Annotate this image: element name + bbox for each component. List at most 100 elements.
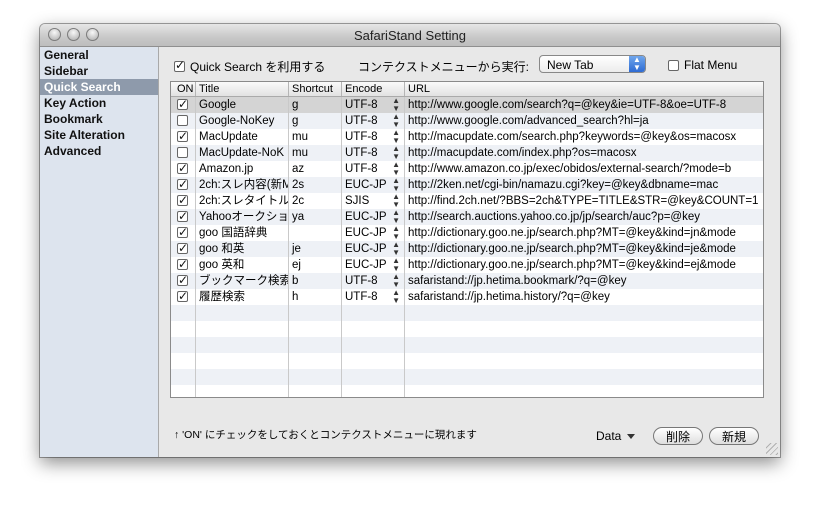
row-url[interactable]: http://macupdate.com/search.php?keywords… — [405, 129, 763, 145]
row-title[interactable]: ブックマーク検索 — [196, 273, 289, 289]
row-encode-select[interactable]: EUC-JP ▲ ▼ — [342, 241, 405, 257]
row-url[interactable]: http://2ken.net/cgi-bin/namazu.cgi?key=@… — [405, 177, 763, 193]
row-enabled-checkbox[interactable] — [177, 147, 188, 159]
column-header-shortcut[interactable]: Shortcut — [289, 82, 342, 96]
row-title[interactable]: Amazon.jp — [196, 161, 289, 177]
row-url[interactable]: http://find.2ch.net/?BBS=2ch&TYPE=TITLE&… — [405, 193, 763, 209]
flat-menu-toggle[interactable]: Flat Menu — [668, 58, 737, 72]
row-encode-select[interactable]: UTF-8 ▲ ▼ — [342, 129, 405, 145]
row-url[interactable]: http://dictionary.goo.ne.jp/search.php?M… — [405, 225, 763, 241]
row-encode-select[interactable]: UTF-8 ▲ ▼ — [342, 145, 405, 161]
row-title[interactable]: MacUpdate — [196, 129, 289, 145]
row-encode-select[interactable]: UTF-8 ▲ ▼ — [342, 161, 405, 177]
column-header-title[interactable]: Title — [196, 82, 289, 96]
sidebar-item-sidebar[interactable]: Sidebar — [40, 63, 158, 79]
row-enabled-checkbox[interactable] — [177, 177, 188, 192]
row-enabled-checkbox[interactable] — [177, 225, 188, 240]
table-row[interactable]: YahooオークショyaEUC-JP ▲▼ http://search.auctio… — [171, 209, 763, 225]
table-row[interactable]: goo 英和ejEUC-JP ▲▼ http://dictionary.goo.ne… — [171, 257, 763, 273]
row-url[interactable]: safaristand://jp.hetima.history/?q=@key — [405, 289, 763, 305]
row-encode-select[interactable]: SJIS ▲ ▼ — [342, 193, 405, 209]
row-title[interactable]: goo 和英 — [196, 241, 289, 257]
row-enabled-checkbox[interactable] — [177, 273, 188, 288]
row-on-cell[interactable] — [171, 97, 196, 113]
row-enabled-checkbox[interactable] — [177, 241, 188, 256]
row-encode-select[interactable]: EUC-JP ▲ ▼ — [342, 209, 405, 225]
table-row[interactable]: MacUpdatemuUTF-8 ▲▼ http://macupdate.com/s… — [171, 129, 763, 145]
row-shortcut[interactable]: mu — [289, 129, 342, 145]
row-on-cell[interactable] — [171, 257, 196, 273]
row-title[interactable]: Yahooオークショ — [196, 209, 289, 225]
sidebar-item-site-alteration[interactable]: Site Alteration — [40, 127, 158, 143]
row-url[interactable]: http://search.auctions.yahoo.co.jp/jp/se… — [405, 209, 763, 225]
row-url[interactable]: http://www.google.com/advanced_search?hl… — [405, 113, 763, 129]
row-title[interactable]: MacUpdate-NoK — [196, 145, 289, 161]
row-title[interactable]: Google-NoKey — [196, 113, 289, 129]
quick-search-checkbox[interactable] — [174, 58, 185, 72]
row-url[interactable]: http://dictionary.goo.ne.jp/search.php?M… — [405, 257, 763, 273]
column-header-url[interactable]: URL — [405, 82, 763, 96]
row-shortcut[interactable]: 2s — [289, 177, 342, 193]
row-enabled-checkbox[interactable] — [177, 115, 188, 127]
row-url[interactable]: http://www.amazon.co.jp/exec/obidos/exte… — [405, 161, 763, 177]
row-encode-select[interactable]: UTF-8 ▲ ▼ — [342, 273, 405, 289]
context-action-select[interactable]: New Tab ▲ ▼ — [539, 55, 646, 73]
row-shortcut[interactable]: 2c — [289, 193, 342, 209]
row-title[interactable]: goo 英和 — [196, 257, 289, 273]
row-enabled-checkbox[interactable] — [177, 209, 188, 224]
row-encode-select[interactable]: UTF-8 ▲ ▼ — [342, 113, 405, 129]
row-enabled-checkbox[interactable] — [177, 97, 188, 112]
sidebar-item-bookmark[interactable]: Bookmark — [40, 111, 158, 127]
quick-search-toggle[interactable]: Quick Search を利用する — [174, 58, 325, 75]
row-encode-select[interactable]: UTF-8 ▲ ▼ — [342, 289, 405, 305]
sidebar-item-quick-search[interactable]: Quick Search — [40, 79, 158, 95]
resize-grip-icon[interactable] — [766, 443, 778, 455]
row-on-cell[interactable] — [171, 225, 196, 241]
row-encode-select[interactable]: EUC-JP ▲ ▼ — [342, 225, 405, 241]
table-row[interactable]: goo 和英jeEUC-JP ▲▼ http://dictionary.goo.ne… — [171, 241, 763, 257]
row-shortcut[interactable]: g — [289, 113, 342, 129]
delete-button[interactable]: 削除 — [653, 427, 703, 445]
table-row[interactable]: 履歴検索hUTF-8 ▲▼ safaristand://jp.hetima.hist… — [171, 289, 763, 305]
row-encode-select[interactable]: EUC-JP ▲ ▼ — [342, 177, 405, 193]
flat-menu-checkbox[interactable] — [668, 59, 679, 71]
row-url[interactable]: http://macupdate.com/index.php?os=macosx — [405, 145, 763, 161]
row-shortcut[interactable]: ej — [289, 257, 342, 273]
row-enabled-checkbox[interactable] — [177, 129, 188, 144]
table-row[interactable]: 2ch:スレタイトル2cSJIS ▲▼ http://find.2ch.net/?B… — [171, 193, 763, 209]
sidebar-item-key-action[interactable]: Key Action — [40, 95, 158, 111]
row-shortcut[interactable]: je — [289, 241, 342, 257]
row-shortcut[interactable]: mu — [289, 145, 342, 161]
row-on-cell[interactable] — [171, 241, 196, 257]
column-header-encode[interactable]: Encode — [342, 82, 405, 96]
row-encode-select[interactable]: EUC-JP ▲ ▼ — [342, 257, 405, 273]
row-on-cell[interactable] — [171, 129, 196, 145]
sidebar-item-general[interactable]: General — [40, 47, 158, 63]
row-url[interactable]: http://www.google.com/search?q=@key&ie=U… — [405, 97, 763, 113]
row-title[interactable]: 2ch:スレ内容(新M — [196, 177, 289, 193]
row-enabled-checkbox[interactable] — [177, 193, 188, 208]
row-title[interactable]: goo 国語辞典 — [196, 225, 289, 241]
row-on-cell[interactable] — [171, 161, 196, 177]
row-enabled-checkbox[interactable] — [177, 161, 188, 176]
table-row[interactable]: Amazon.jpazUTF-8 ▲▼ http://www.amazon.co.j… — [171, 161, 763, 177]
row-on-cell[interactable] — [171, 145, 196, 161]
row-title[interactable]: 2ch:スレタイトル — [196, 193, 289, 209]
table-row[interactable]: 2ch:スレ内容(新M2sEUC-JP ▲▼ http://2ken.net/cgi… — [171, 177, 763, 193]
row-on-cell[interactable] — [171, 209, 196, 225]
row-title[interactable]: 履歴検索 — [196, 289, 289, 305]
table-row[interactable]: goo 国語辞典 EUC-JP ▲▼ http://dictionary.goo.ne… — [171, 225, 763, 241]
row-shortcut[interactable]: ya — [289, 209, 342, 225]
sidebar-item-advanced[interactable]: Advanced — [40, 143, 158, 159]
row-enabled-checkbox[interactable] — [177, 289, 188, 304]
row-encode-select[interactable]: UTF-8 ▲ ▼ — [342, 97, 405, 113]
row-on-cell[interactable] — [171, 193, 196, 209]
title-bar[interactable]: SafariStand Setting — [40, 24, 780, 47]
row-shortcut[interactable] — [289, 225, 342, 241]
row-shortcut[interactable]: az — [289, 161, 342, 177]
row-title[interactable]: Google — [196, 97, 289, 113]
row-shortcut[interactable]: g — [289, 97, 342, 113]
row-url[interactable]: http://dictionary.goo.ne.jp/search.php?M… — [405, 241, 763, 257]
row-enabled-checkbox[interactable] — [177, 257, 188, 272]
row-on-cell[interactable] — [171, 177, 196, 193]
